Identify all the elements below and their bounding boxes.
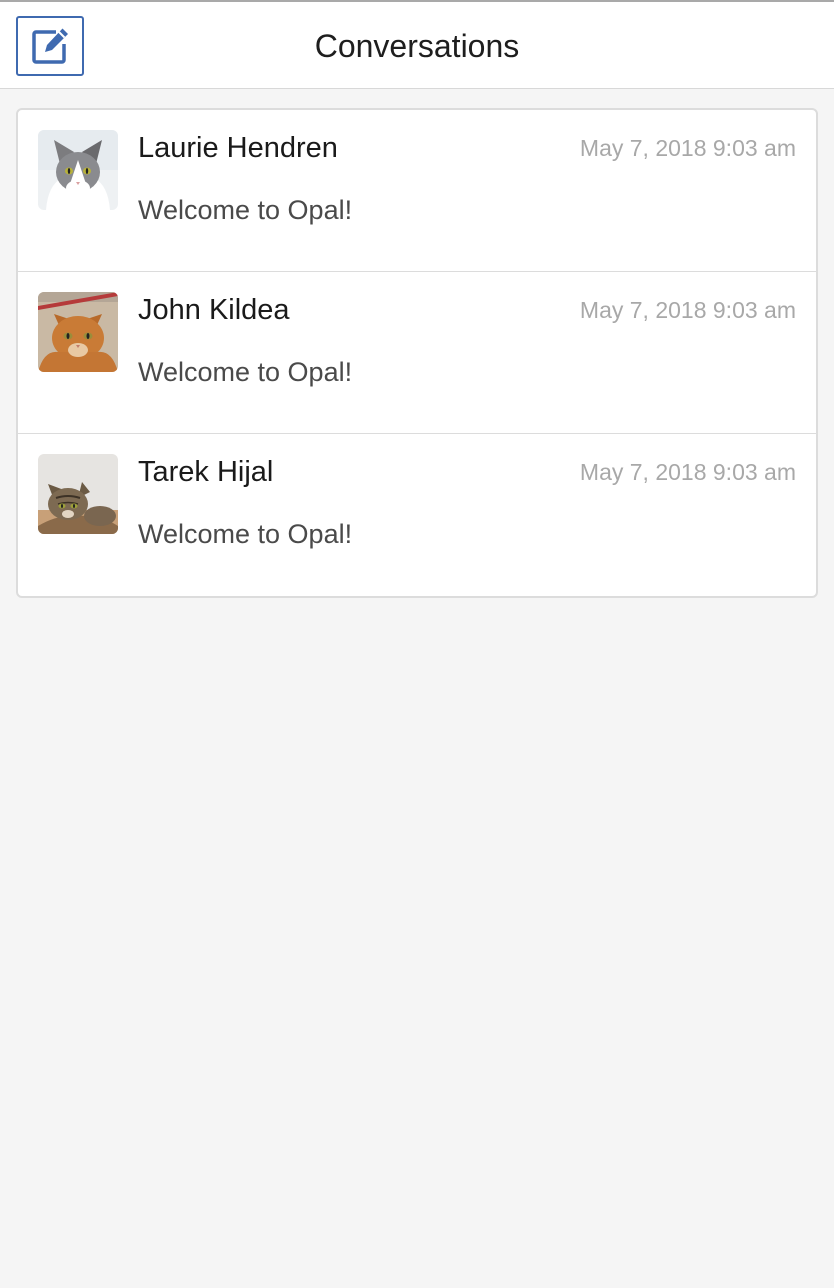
conversation-row-laurie-hendren[interactable]: Laurie Hendren May 7, 2018 9:03 am Welco… bbox=[18, 110, 816, 272]
message-preview: Welcome to Opal! bbox=[138, 357, 353, 387]
timestamp: May 7, 2018 9:03 am bbox=[579, 135, 796, 161]
timestamp: May 7, 2018 9:03 am bbox=[579, 459, 796, 485]
conversation-list: Laurie Hendren May 7, 2018 9:03 am Welco… bbox=[16, 108, 818, 598]
avatar bbox=[38, 454, 118, 534]
conversation-row-tarek-hijal[interactable]: Tarek Hijal May 7, 2018 9:03 am Welcome … bbox=[18, 434, 816, 596]
message-preview: Welcome to Opal! bbox=[138, 195, 353, 225]
navigation-bar: Conversations bbox=[0, 2, 834, 89]
conversation-row-john-kildea[interactable]: John Kildea May 7, 2018 9:03 am Welcome … bbox=[18, 272, 816, 434]
timestamp: May 7, 2018 9:03 am bbox=[579, 297, 796, 323]
contact-name: Laurie Hendren bbox=[138, 132, 338, 164]
page-title: Conversations bbox=[314, 28, 520, 64]
contact-name: John Kildea bbox=[138, 294, 290, 326]
message-preview: Welcome to Opal! bbox=[138, 519, 353, 549]
avatar bbox=[38, 292, 118, 372]
contact-name: Tarek Hijal bbox=[138, 456, 274, 488]
avatar bbox=[38, 130, 118, 210]
